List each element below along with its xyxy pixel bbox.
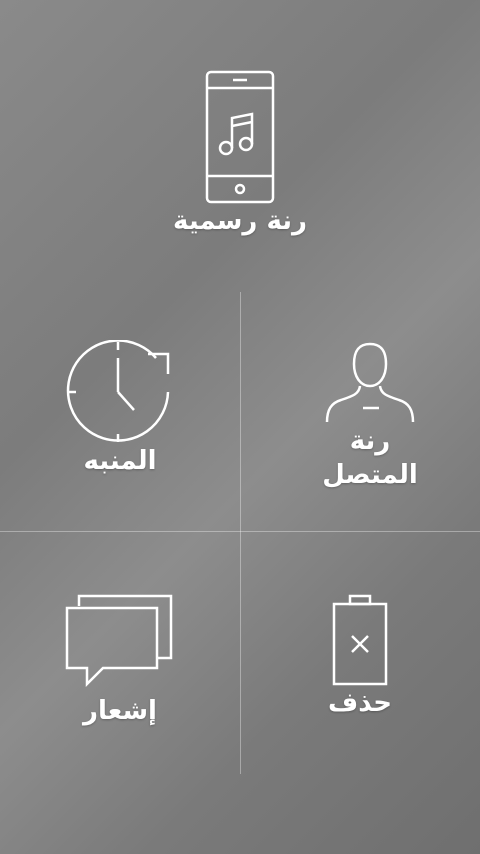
contact-ringtone-tile[interactable]: رنة المتصل [290,340,450,492]
delete-label: حذف [328,688,392,718]
horizontal-divider [0,531,480,532]
contact-label-line2: المتصل [322,460,418,490]
ringtone-tile[interactable]: رنة رسمية [140,70,340,238]
contact-label-line1: رنة [349,426,391,456]
ringtone-label: رنة رسمية [173,206,307,236]
alarm-tile[interactable]: المنبه [40,340,200,478]
ringtone-picker-screen: رنة رسمية المنبه رنة المتصل إشعار حذف [0,0,480,854]
phone-music-icon [205,70,275,204]
contact-label: رنة المتصل [322,424,418,492]
alarm-label: المنبه [83,446,157,476]
vertical-divider [240,292,241,774]
notification-tile[interactable]: إشعار [40,594,200,728]
chat-bubbles-icon [65,594,173,688]
delete-tile[interactable]: حذف [280,594,440,720]
notification-label: إشعار [83,696,157,726]
clock-refresh-icon [66,340,170,442]
person-icon [325,342,415,423]
battery-x-icon [332,594,388,686]
